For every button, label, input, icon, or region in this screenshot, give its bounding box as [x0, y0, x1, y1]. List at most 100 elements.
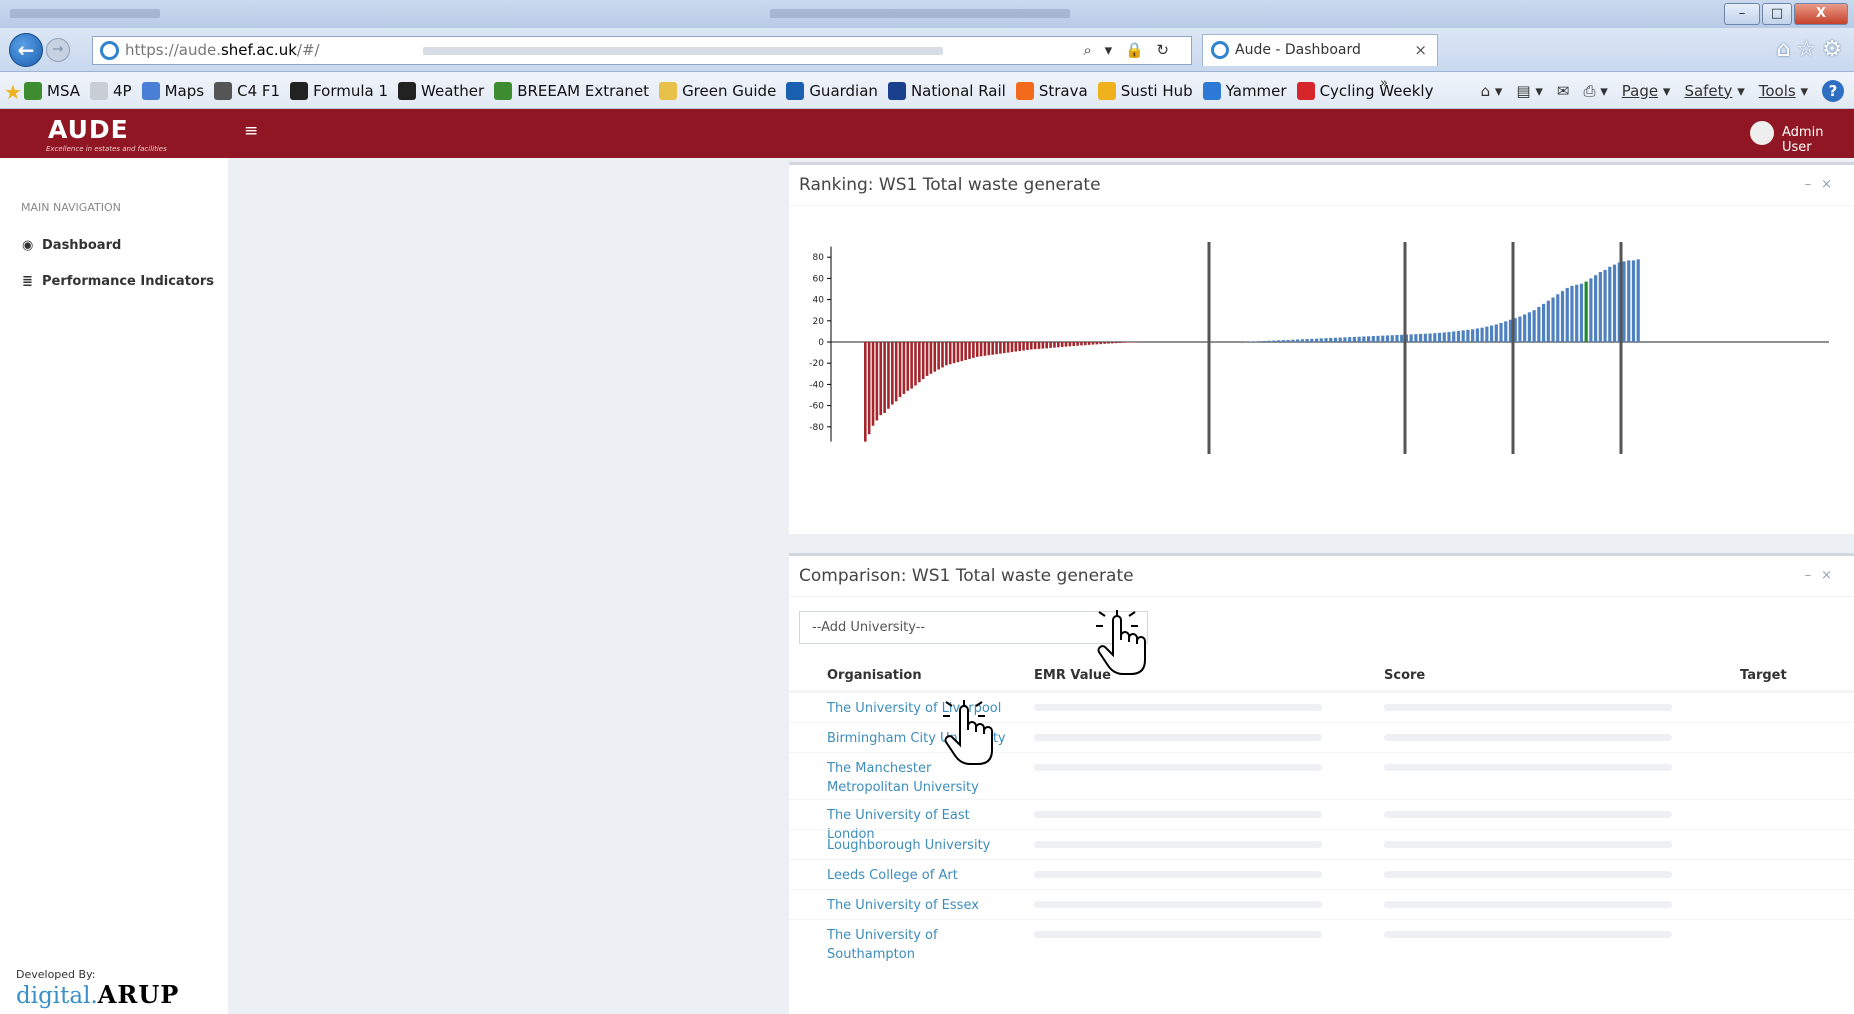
collapse-icon[interactable]: – [1805, 177, 1822, 192]
close-window-button[interactable]: X [1794, 3, 1848, 25]
favorites-more-icon[interactable]: » [1380, 76, 1388, 91]
bar-negative [902, 342, 906, 394]
favorite-link[interactable]: Maps [141, 81, 204, 100]
bar-positive [1537, 307, 1541, 342]
logo-area[interactable]: AUDE Excellence in estates and facilitie… [6, 109, 228, 158]
tools-menu[interactable]: Tools ▾ [1759, 82, 1808, 100]
minimize-button[interactable]: – [1724, 3, 1760, 25]
y-tick-label: 20 [813, 317, 825, 327]
table-row: Leeds College of Art [789, 859, 1854, 889]
favorite-icon [1097, 81, 1116, 100]
bar-negative [956, 342, 960, 363]
favorite-link[interactable]: BREEAM Extranet [494, 81, 649, 100]
bar-negative [879, 342, 883, 416]
bar-positive [1423, 333, 1427, 342]
address-bar[interactable]: https://aude.shef.ac.uk/#/ ⌕ ▾ 🔒 ↻ [92, 36, 1192, 65]
favorite-link[interactable]: Strava [1015, 81, 1088, 100]
favorite-link[interactable]: National Rail [887, 81, 1006, 100]
mail-icon[interactable]: ✉ [1557, 82, 1570, 100]
user-name[interactable]: Admin User [1782, 125, 1854, 155]
bar-negative [1107, 342, 1110, 344]
favorite-link[interactable]: Weather [398, 81, 484, 100]
organisation-link[interactable]: The University of Essex [827, 896, 1007, 915]
organisation-link[interactable]: Leeds College of Art [827, 866, 1007, 885]
favorite-label: Cycling Weekly [1319, 81, 1434, 100]
bar-negative [906, 342, 910, 391]
print-icon[interactable]: ⎙ ▾ [1583, 82, 1607, 100]
favorite-link[interactable]: Guardian [786, 81, 878, 100]
home-icon[interactable]: ⌂ ▾ [1481, 82, 1503, 100]
sidebar-item-dashboard[interactable]: ◉ Dashboard [22, 238, 121, 253]
collapse-icon[interactable]: – [1805, 568, 1822, 583]
maximize-button[interactable]: □ [1762, 3, 1792, 25]
favorite-link[interactable]: C4 F1 [214, 81, 280, 100]
bar-positive [1461, 330, 1465, 342]
favorite-icon [1202, 81, 1221, 100]
sidebar-item-performance-indicators[interactable]: ≣ Performance Indicators [22, 274, 214, 289]
col-target[interactable]: Target [1740, 668, 1787, 683]
bar-negative [1103, 342, 1106, 344]
bar-positive [1324, 338, 1328, 342]
favorite-link[interactable]: Yammer [1202, 81, 1287, 100]
organisation-link[interactable]: Loughborough University [827, 836, 1007, 855]
feeds-icon[interactable]: ▤ ▾ [1516, 82, 1542, 100]
bar-negative [991, 342, 994, 355]
help-icon[interactable]: ? [1822, 79, 1844, 102]
bar-negative [914, 342, 917, 386]
remove-icon[interactable]: × [1821, 568, 1842, 583]
favorite-label: 4P [113, 81, 132, 100]
favorite-link[interactable]: Susti Hub [1097, 81, 1193, 100]
tab-aude-dashboard[interactable]: Aude - Dashboard × [1202, 34, 1438, 66]
bar-negative [983, 342, 987, 356]
bar-positive [1565, 287, 1569, 342]
bar-positive [1338, 337, 1342, 342]
bar-negative [1026, 342, 1029, 350]
box-divider [789, 596, 1854, 597]
favorite-icon [90, 81, 109, 100]
bar-negative [1122, 342, 1126, 343]
page-menu[interactable]: Page ▾ [1622, 82, 1671, 100]
organisation-link[interactable]: The University of Southampton [827, 926, 1007, 964]
bar-positive [1329, 337, 1333, 342]
sidebar-toggle-icon[interactable]: ≡ [244, 121, 258, 141]
bar-positive [1319, 338, 1323, 342]
bar-negative [979, 342, 983, 357]
bar-negative [929, 342, 933, 374]
bar-positive [1414, 334, 1418, 342]
bar-negative [894, 342, 898, 402]
bar-negative [995, 342, 998, 355]
address-tools[interactable]: ⌕ ▾ 🔒 ↻ [1084, 37, 1173, 64]
bar-negative [1045, 342, 1049, 349]
favorite-link[interactable]: Cycling Weekly [1296, 81, 1434, 100]
back-button[interactable]: ← [9, 33, 43, 67]
avatar[interactable] [1750, 121, 1774, 145]
score-placeholder [1384, 871, 1672, 878]
favorites-star-icon[interactable]: ★ [4, 80, 22, 104]
bar-positive [1584, 281, 1588, 342]
bar-negative [1022, 342, 1025, 351]
favorite-icon [214, 81, 233, 100]
remove-icon[interactable]: × [1821, 177, 1842, 192]
favorite-link[interactable]: Green Guide [659, 81, 776, 100]
bar-positive [1546, 300, 1550, 342]
forward-button[interactable]: → [46, 38, 70, 62]
favorite-link[interactable]: 4P [90, 81, 132, 100]
table-row: The University of Southampton [789, 919, 1854, 962]
url-suffix: /#/ [296, 41, 320, 59]
bar-negative [1006, 342, 1010, 353]
col-organisation[interactable]: Organisation [827, 668, 922, 683]
bar-positive [1603, 269, 1607, 342]
favorite-link[interactable]: Formula 1 [290, 81, 388, 100]
bar-positive [1504, 321, 1508, 342]
emr-value-placeholder [1034, 811, 1322, 818]
col-score[interactable]: Score [1384, 668, 1425, 683]
bar-negative [867, 342, 871, 435]
home-favorites-settings-icons[interactable]: ⌂☆⚙ [1777, 37, 1848, 62]
safety-menu[interactable]: Safety ▾ [1684, 82, 1744, 100]
favorite-link[interactable]: MSA [24, 81, 80, 100]
sidebar: MAIN NAVIGATION ◉ Dashboard ≣ Performance … [6, 158, 228, 1014]
bar-negative [1114, 342, 1118, 344]
score-placeholder [1384, 734, 1672, 741]
tab-close-icon[interactable]: × [1414, 35, 1427, 65]
bar-negative [948, 342, 952, 365]
